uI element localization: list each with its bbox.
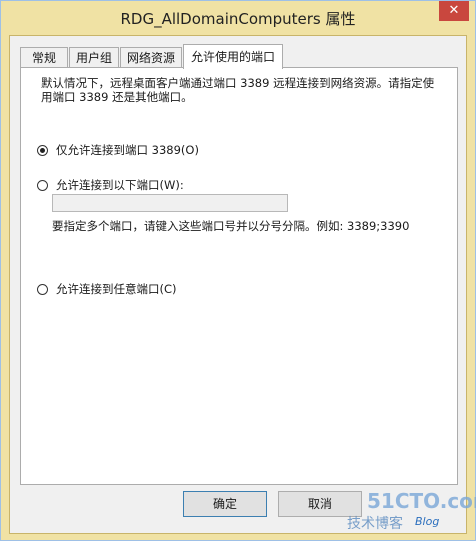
watermark-label: 技术博客: [347, 516, 403, 532]
radio-only-3389-label: 仅允许连接到端口 3389(O): [56, 143, 199, 157]
radio-any-port-label: 允许连接到任意端口(C): [56, 282, 177, 296]
watermark-site: 51CTO.com: [367, 489, 476, 513]
properties-dialog: RDG_AllDomainComputers 属性 ✕ 常规 用户组 网络资源 …: [0, 0, 476, 541]
radio-unselected-icon[interactable]: [37, 283, 48, 295]
close-button[interactable]: ✕: [439, 1, 469, 21]
radio-unselected-icon[interactable]: [37, 179, 48, 191]
tab-allowed-ports[interactable]: 允许使用的端口: [183, 44, 283, 69]
radio-any-port[interactable]: 允许连接到任意端口(C): [37, 281, 177, 297]
ports-hint: 要指定多个端口，请键入这些端口号并以分号分隔。例如: 3389;3390: [52, 219, 410, 233]
watermark-blog: Blog: [415, 515, 440, 528]
dialog-body: 常规 用户组 网络资源 允许使用的端口 默认情况下，远程桌面客户端通过端口 33…: [9, 35, 467, 534]
dialog-title: RDG_AllDomainComputers 属性: [120, 10, 356, 28]
tab-panel-allowed-ports: 默认情况下，远程桌面客户端通过端口 3389 远程连接到网络资源。请指定使用端口…: [20, 67, 458, 485]
radio-selected-icon[interactable]: [37, 144, 48, 156]
ports-input[interactable]: [52, 194, 288, 212]
radio-specific-ports-label: 允许连接到以下端口(W):: [56, 178, 184, 192]
watermark: 51CTO.com 技术博客 Blog: [347, 489, 476, 535]
ok-button[interactable]: 确定: [183, 491, 267, 517]
tab-general[interactable]: 常规: [20, 47, 68, 68]
description-text: 默认情况下，远程桌面客户端通过端口 3389 远程连接到网络资源。请指定使用端口…: [41, 76, 435, 104]
close-icon: ✕: [448, 3, 460, 18]
tab-user-groups[interactable]: 用户组: [69, 47, 119, 68]
radio-specific-ports[interactable]: 允许连接到以下端口(W):: [37, 177, 184, 193]
title-bar[interactable]: RDG_AllDomainComputers 属性 ✕: [1, 1, 475, 35]
radio-only-3389[interactable]: 仅允许连接到端口 3389(O): [37, 142, 199, 158]
tab-network-resources[interactable]: 网络资源: [120, 47, 182, 68]
